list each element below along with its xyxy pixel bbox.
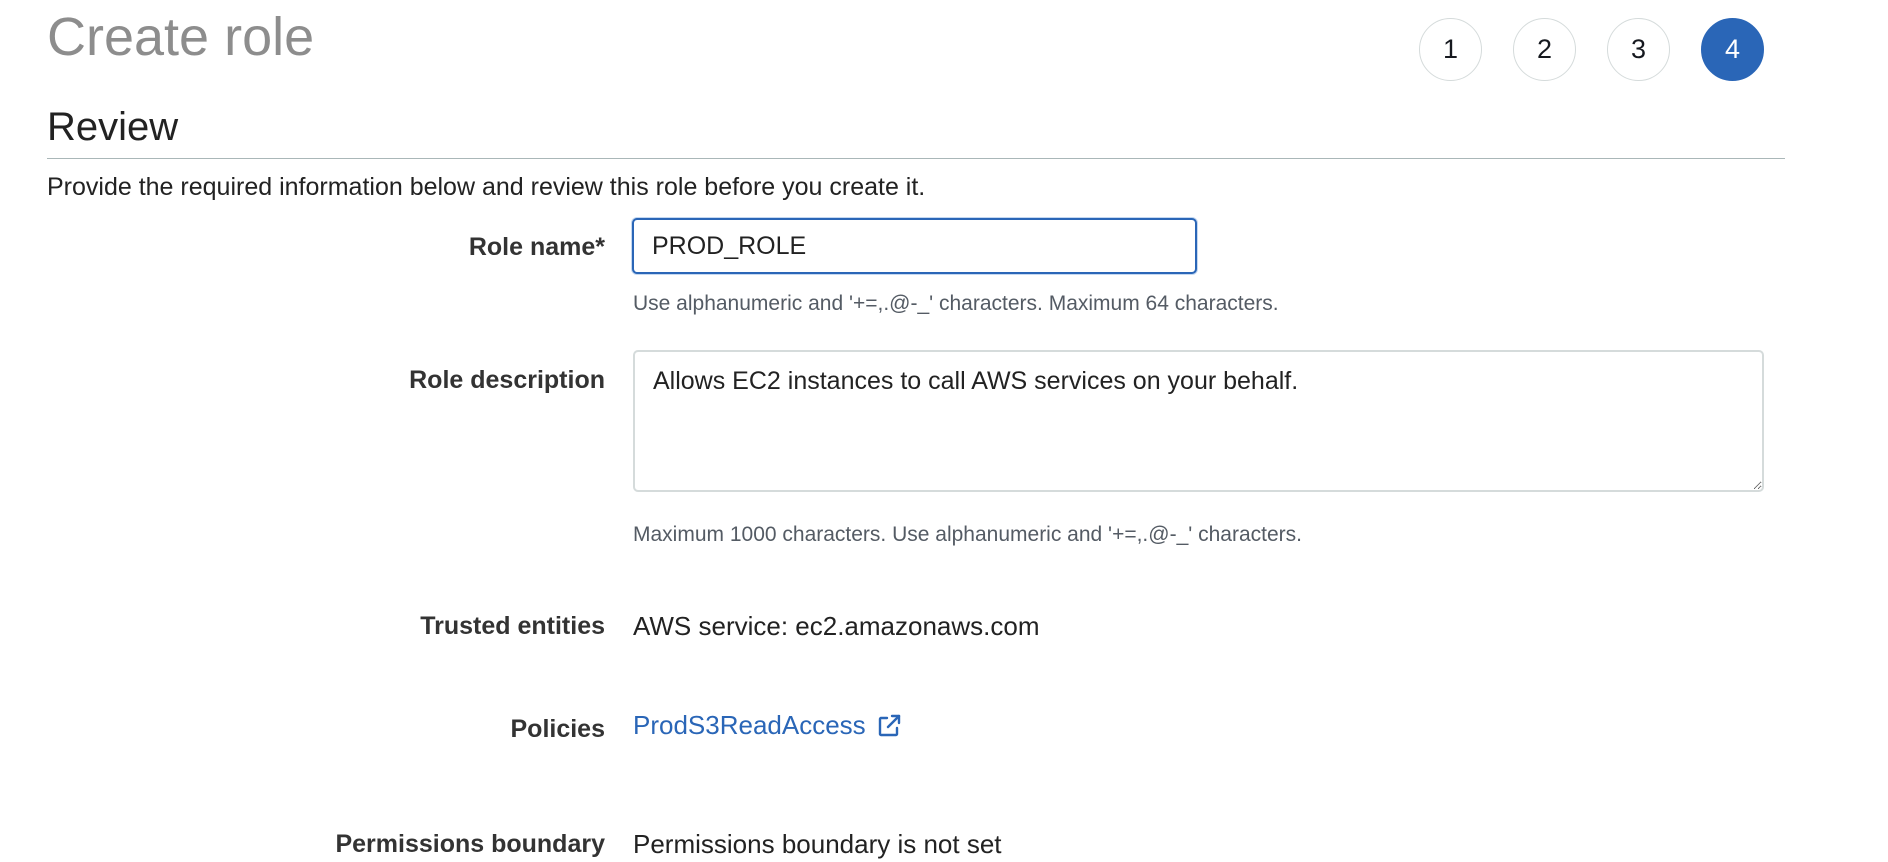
policy-link-text: ProdS3ReadAccess (633, 710, 866, 740)
trusted-entities-value: AWS service: ec2.amazonaws.com (633, 611, 1040, 641)
step-2-button[interactable]: 2 (1513, 18, 1576, 81)
role-description-label: Role description (409, 366, 605, 394)
step-1-button[interactable]: 1 (1419, 18, 1482, 81)
section-divider (47, 158, 1785, 159)
section-intro: Provide the required information below a… (47, 173, 926, 201)
external-link-icon (876, 713, 902, 739)
role-name-hint: Use alphanumeric and '+=,.@-_' character… (633, 292, 1279, 315)
permissions-boundary-label: Permissions boundary (335, 830, 605, 858)
section-title: Review (47, 105, 179, 149)
trusted-entities-label: Trusted entities (420, 612, 605, 640)
role-description-hint: Maximum 1000 characters. Use alphanumeri… (633, 523, 1302, 546)
step-3-button[interactable]: 3 (1607, 18, 1670, 81)
permissions-boundary-value: Permissions boundary is not set (633, 829, 1002, 859)
create-role-page: Create role 1 2 3 4 Review Provide the r… (0, 0, 1888, 862)
step-4-button-current[interactable]: 4 (1701, 18, 1764, 81)
role-name-label: Role name* (468, 233, 605, 261)
policies-label: Policies (510, 715, 606, 743)
role-name-input[interactable] (632, 218, 1197, 274)
role-description-textarea[interactable]: Allows EC2 instances to call AWS service… (633, 350, 1764, 492)
page-title: Create role (47, 7, 315, 67)
policy-link-prods3readaccess[interactable]: ProdS3ReadAccess (633, 710, 902, 741)
wizard-steps: 1 2 3 4 (1419, 18, 1764, 81)
